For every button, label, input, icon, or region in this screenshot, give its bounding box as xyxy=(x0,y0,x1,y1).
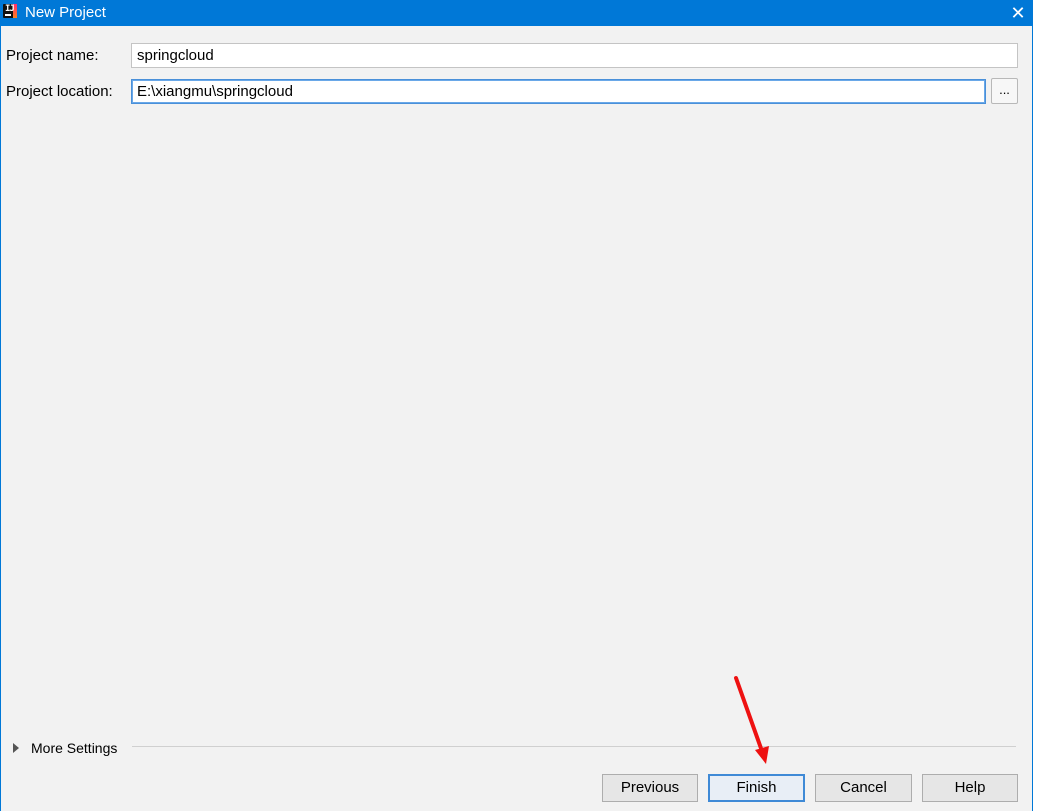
browse-location-button[interactable]: ... xyxy=(991,78,1018,104)
more-settings-label: More Settings xyxy=(31,740,118,756)
red-arrow-annotation xyxy=(734,676,769,764)
project-location-input[interactable]: E:\xiangmu\springcloud xyxy=(131,79,986,104)
finish-button[interactable]: Finish xyxy=(708,774,805,802)
dialog-title: New Project xyxy=(25,4,106,21)
arrow-head xyxy=(755,746,769,764)
project-name-label: Project name: xyxy=(6,47,99,64)
expand-arrow-icon xyxy=(13,743,19,753)
previous-button[interactable]: Previous xyxy=(602,774,698,802)
separator xyxy=(132,746,1016,747)
project-location-label: Project location: xyxy=(6,83,113,100)
cancel-button[interactable]: Cancel xyxy=(815,774,912,802)
close-icon: ✕ xyxy=(1010,3,1026,23)
project-name-input[interactable]: springcloud xyxy=(131,43,1018,68)
close-button[interactable]: ✕ xyxy=(1004,0,1032,26)
intellij-idea-icon: IJ xyxy=(3,4,17,18)
title-bar[interactable]: IJ New Project ✕ xyxy=(1,0,1032,26)
background-window-edge xyxy=(1033,0,1037,811)
help-button[interactable]: Help xyxy=(922,774,1018,802)
arrow-shaft xyxy=(734,676,765,756)
new-project-dialog: IJ New Project ✕ Project name: springclo… xyxy=(0,0,1033,811)
